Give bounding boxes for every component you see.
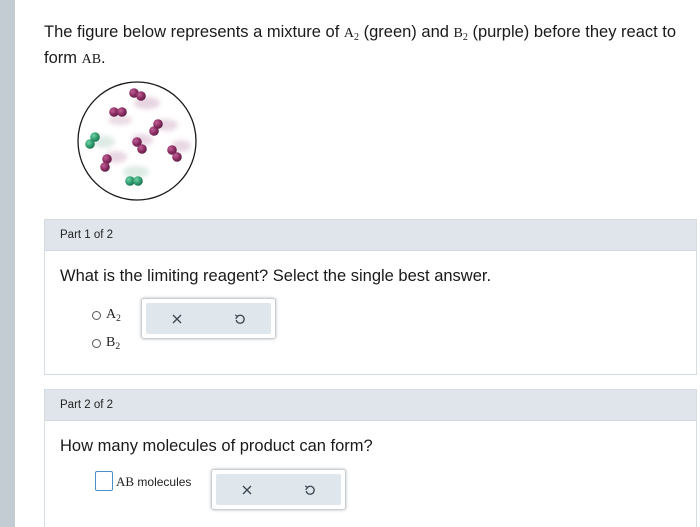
option-b2-radio[interactable]: B2 xyxy=(92,335,121,352)
part-2-card: Part 2 of 2 How many molecules of produc… xyxy=(44,389,697,527)
part-1-card: Part 1 of 2 What is the limiting reagent… xyxy=(44,219,697,375)
part-1-header: Part 1 of 2 xyxy=(45,220,696,251)
undo-button[interactable] xyxy=(279,474,342,505)
problem-intro: The figure below represents a mixture of… xyxy=(44,20,684,72)
radio-button[interactable] xyxy=(92,310,101,320)
option-a2-label: A2 xyxy=(106,307,121,324)
part-2-header: Part 2 of 2 xyxy=(45,390,696,421)
reactant-a-formula: A2 xyxy=(343,26,360,43)
product-formula: AB xyxy=(81,52,102,67)
intro-text: . xyxy=(101,49,106,67)
clear-button[interactable] xyxy=(216,474,279,505)
option-b2-label: B2 xyxy=(106,335,121,352)
undo-button[interactable] xyxy=(209,303,272,334)
reactant-b-formula: B2 xyxy=(453,26,468,43)
left-scrollbar-rail xyxy=(0,0,15,527)
intro-text: The figure below represents a mixture of xyxy=(44,23,344,41)
molecules-answer-input[interactable] xyxy=(95,471,113,491)
option-a2-radio[interactable]: A2 xyxy=(92,307,121,324)
part-2-answer-toolbar xyxy=(211,469,346,510)
intro-text: (green) and xyxy=(359,23,454,41)
x-icon xyxy=(172,314,182,323)
undo-icon xyxy=(304,484,315,495)
answer-unit-label: AB molecules xyxy=(116,474,192,489)
part-2-question: How many molecules of product can form? xyxy=(60,437,373,455)
radio-button[interactable] xyxy=(92,338,101,348)
undo-icon xyxy=(234,313,245,324)
part-1-question: What is the limiting reagent? Select the… xyxy=(60,267,492,285)
mixture-diagram xyxy=(76,80,198,202)
x-icon xyxy=(242,485,252,494)
clear-button[interactable] xyxy=(146,303,209,334)
part-1-answer-toolbar xyxy=(141,298,276,339)
